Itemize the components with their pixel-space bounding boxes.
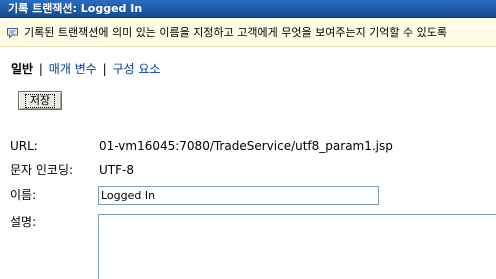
info-banner: 기록된 트랜잭션에 의미 있는 이름을 지정하고 고객에게 무엇을 보여주는지 … bbox=[0, 18, 496, 47]
description-field[interactable] bbox=[98, 214, 496, 279]
window-title: 기록 트랜잭션: Logged In bbox=[8, 2, 143, 15]
name-label: 이름: bbox=[10, 188, 37, 202]
name-field[interactable] bbox=[98, 186, 379, 205]
encoding-label: 문자 인코딩: bbox=[10, 163, 74, 177]
tab-parameters[interactable]: 매개 변수 bbox=[49, 62, 97, 76]
tab-separator: | bbox=[102, 62, 107, 76]
tab-general[interactable]: 일반 bbox=[11, 62, 33, 76]
encoding-value: UTF-8 bbox=[99, 163, 134, 177]
tab-separator: | bbox=[38, 62, 43, 76]
tab-bar: 일반 | 매개 변수 | 구성 요소 bbox=[11, 60, 160, 78]
description-label: 설명: bbox=[10, 215, 37, 229]
window-titlebar: 기록 트랜잭션: Logged In bbox=[0, 0, 496, 18]
tab-components[interactable]: 구성 요소 bbox=[112, 62, 160, 76]
speech-bubble-icon bbox=[7, 28, 18, 39]
save-button[interactable]: 저장 bbox=[18, 91, 62, 110]
info-banner-text: 기록된 트랜잭션에 의미 있는 이름을 지정하고 고객에게 무엇을 보여주는지 … bbox=[24, 26, 448, 39]
save-button-label: 저장 bbox=[24, 94, 56, 108]
url-value: 01-vm16045:7080/TradeService/utf8_param1… bbox=[99, 139, 393, 153]
url-label: URL: bbox=[10, 139, 38, 153]
